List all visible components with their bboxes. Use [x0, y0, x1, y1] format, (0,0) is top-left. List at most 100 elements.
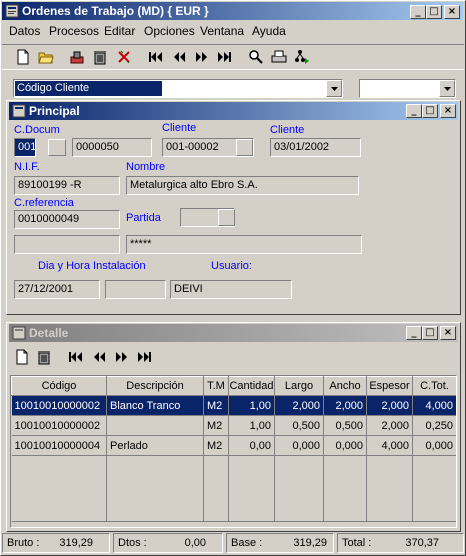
- base-label: Base :: [231, 537, 263, 549]
- cell-espesor[interactable]: 2,000: [366, 415, 413, 436]
- cell-largo[interactable]: 2,000: [274, 395, 324, 416]
- principal-maximize-button[interactable]: □: [422, 104, 438, 118]
- cell-ctot[interactable]: 4,000: [412, 395, 456, 416]
- total-label: Total :: [342, 537, 372, 549]
- first-record-button[interactable]: [144, 46, 166, 68]
- detalle-prev-button[interactable]: [88, 346, 110, 368]
- partida-lookup-button[interactable]: [218, 209, 235, 226]
- principal-close-button[interactable]: ×: [440, 104, 456, 118]
- detalle-new-button[interactable]: [11, 346, 33, 368]
- menu-ventana[interactable]: Ventana: [200, 24, 244, 38]
- col-header-cantidad[interactable]: Cantidad: [228, 376, 275, 396]
- next-record-button[interactable]: [191, 46, 213, 68]
- cell-cantidad[interactable]: 1,00: [228, 415, 275, 436]
- menu-opciones[interactable]: Opciones: [144, 24, 195, 38]
- cell-cantidad[interactable]: 0,00: [228, 435, 275, 456]
- cell-tm[interactable]: M2: [203, 435, 229, 456]
- masked-field[interactable]: *****: [126, 235, 362, 254]
- col-header-largo[interactable]: Largo: [274, 376, 324, 396]
- cell-cantidad[interactable]: 1,00: [228, 395, 275, 416]
- detalle-first-button[interactable]: [64, 346, 86, 368]
- table-row[interactable]: 10010010000002 M2 1,00 0,500 0,500 2,000…: [11, 415, 456, 436]
- tree-run-button[interactable]: [291, 46, 313, 68]
- minimize-button[interactable]: _: [410, 5, 426, 19]
- cell-ancho[interactable]: 2,000: [323, 395, 367, 416]
- search-value-dropdown-button[interactable]: [439, 80, 455, 97]
- last-record-button[interactable]: [214, 46, 236, 68]
- col-header-espesor[interactable]: Espesor: [366, 376, 413, 396]
- cell-largo[interactable]: 0,000: [274, 435, 324, 456]
- detalle-last-button[interactable]: [134, 346, 156, 368]
- menu-ayuda[interactable]: Ayuda: [252, 24, 286, 38]
- col-header-ctot[interactable]: C.Tot.: [412, 376, 456, 396]
- cliente-lookup-button[interactable]: [236, 139, 253, 156]
- cell-ancho[interactable]: 0,500: [323, 415, 367, 436]
- maximize-button[interactable]: □: [426, 5, 442, 19]
- cell-descripcion[interactable]: Blanco Tranco: [106, 395, 204, 416]
- detalle-minimize-button[interactable]: _: [406, 326, 422, 340]
- detalle-close-button[interactable]: ×: [440, 326, 456, 340]
- dtos-panel: Dtos : 0,00: [113, 533, 223, 553]
- creferencia-field[interactable]: 0010000049: [14, 210, 120, 229]
- menu-procesos[interactable]: Procesos: [49, 24, 99, 38]
- nombre-field[interactable]: Metalurgica alto Ebro S.A.: [126, 176, 359, 195]
- menu-editar[interactable]: Editar: [104, 24, 135, 38]
- new-document-button[interactable]: [12, 46, 34, 68]
- cell-espesor[interactable]: 2,000: [366, 395, 413, 416]
- cell-codigo[interactable]: 10010010000004: [11, 435, 107, 456]
- cell-ctot[interactable]: 0,250: [412, 415, 456, 436]
- print-button[interactable]: [268, 46, 290, 68]
- col-header-codigo[interactable]: Código: [11, 376, 107, 396]
- cancel-button[interactable]: [113, 46, 135, 68]
- detalle-delete-button[interactable]: [33, 346, 55, 368]
- dtos-value: 0,00: [184, 537, 206, 549]
- print-preview-button[interactable]: [66, 46, 88, 68]
- cell-tm[interactable]: M2: [203, 415, 229, 436]
- col-header-ancho[interactable]: Ancho: [323, 376, 367, 396]
- cell-descripcion[interactable]: Perlado: [106, 435, 204, 456]
- cliente-date-label: Cliente: [270, 124, 305, 136]
- detalle-next-button[interactable]: [111, 346, 133, 368]
- usuario-label: Usuario:: [211, 260, 252, 272]
- search-field-combo[interactable]: Código Cliente: [13, 79, 343, 98]
- search-button[interactable]: [245, 46, 267, 68]
- cell-codigo[interactable]: 10010010000002: [11, 415, 107, 436]
- table-row[interactable]: 10010010000004 Perlado M2 0,00 0,000 0,0…: [11, 435, 456, 456]
- cell-codigo[interactable]: 10010010000002: [11, 395, 107, 416]
- new-document-icon: [16, 349, 28, 365]
- base-value: 319,29: [293, 537, 327, 549]
- trash-icon: [94, 51, 106, 65]
- col-header-descripcion[interactable]: Descripción: [106, 376, 204, 396]
- nif-field[interactable]: 89100199 -R: [14, 176, 120, 195]
- open-folder-button[interactable]: [35, 46, 57, 68]
- hora-instalacion-field[interactable]: [105, 280, 166, 299]
- cell-largo[interactable]: 0,500: [274, 415, 324, 436]
- search-value-combo[interactable]: [359, 79, 456, 98]
- table-row[interactable]: 10010010000002 Blanco Tranco M2 1,00 2,0…: [11, 395, 456, 416]
- cliente-label: Cliente: [162, 122, 197, 134]
- close-button[interactable]: ×: [444, 5, 460, 19]
- table-row-empty: [11, 455, 456, 522]
- cdocum-number-field[interactable]: 0000050: [72, 138, 152, 157]
- cell-ctot[interactable]: 0,000: [412, 435, 456, 456]
- cell-descripcion[interactable]: [106, 415, 204, 436]
- cell-tm[interactable]: M2: [203, 395, 229, 416]
- usuario-field[interactable]: DEIVI: [170, 280, 292, 299]
- cdocum-lookup-button[interactable]: [48, 139, 66, 156]
- menu-datos[interactable]: Datos: [9, 24, 40, 38]
- cell-ancho[interactable]: 0,000: [323, 435, 367, 456]
- detalle-maximize-button[interactable]: □: [422, 326, 438, 340]
- prev-record-button[interactable]: [168, 46, 190, 68]
- status-bar: Bruto : 319,29 Dtos : 0,00 Base : 319,29…: [2, 533, 464, 553]
- delete-button[interactable]: [89, 46, 111, 68]
- fecha-instalacion-field[interactable]: 27/12/2001: [14, 280, 100, 299]
- col-header-tm[interactable]: T.M: [203, 376, 229, 396]
- fecha-field[interactable]: 03/01/2002: [270, 138, 361, 157]
- cell-espesor[interactable]: 4,000: [366, 435, 413, 456]
- base-panel: Base : 319,29: [226, 533, 334, 553]
- main-toolbar: [2, 44, 464, 70]
- cdocum-code-field[interactable]: 001: [14, 138, 36, 157]
- ref-extra-field[interactable]: [14, 235, 120, 254]
- principal-minimize-button[interactable]: _: [406, 104, 422, 118]
- search-dropdown-button[interactable]: [326, 80, 342, 97]
